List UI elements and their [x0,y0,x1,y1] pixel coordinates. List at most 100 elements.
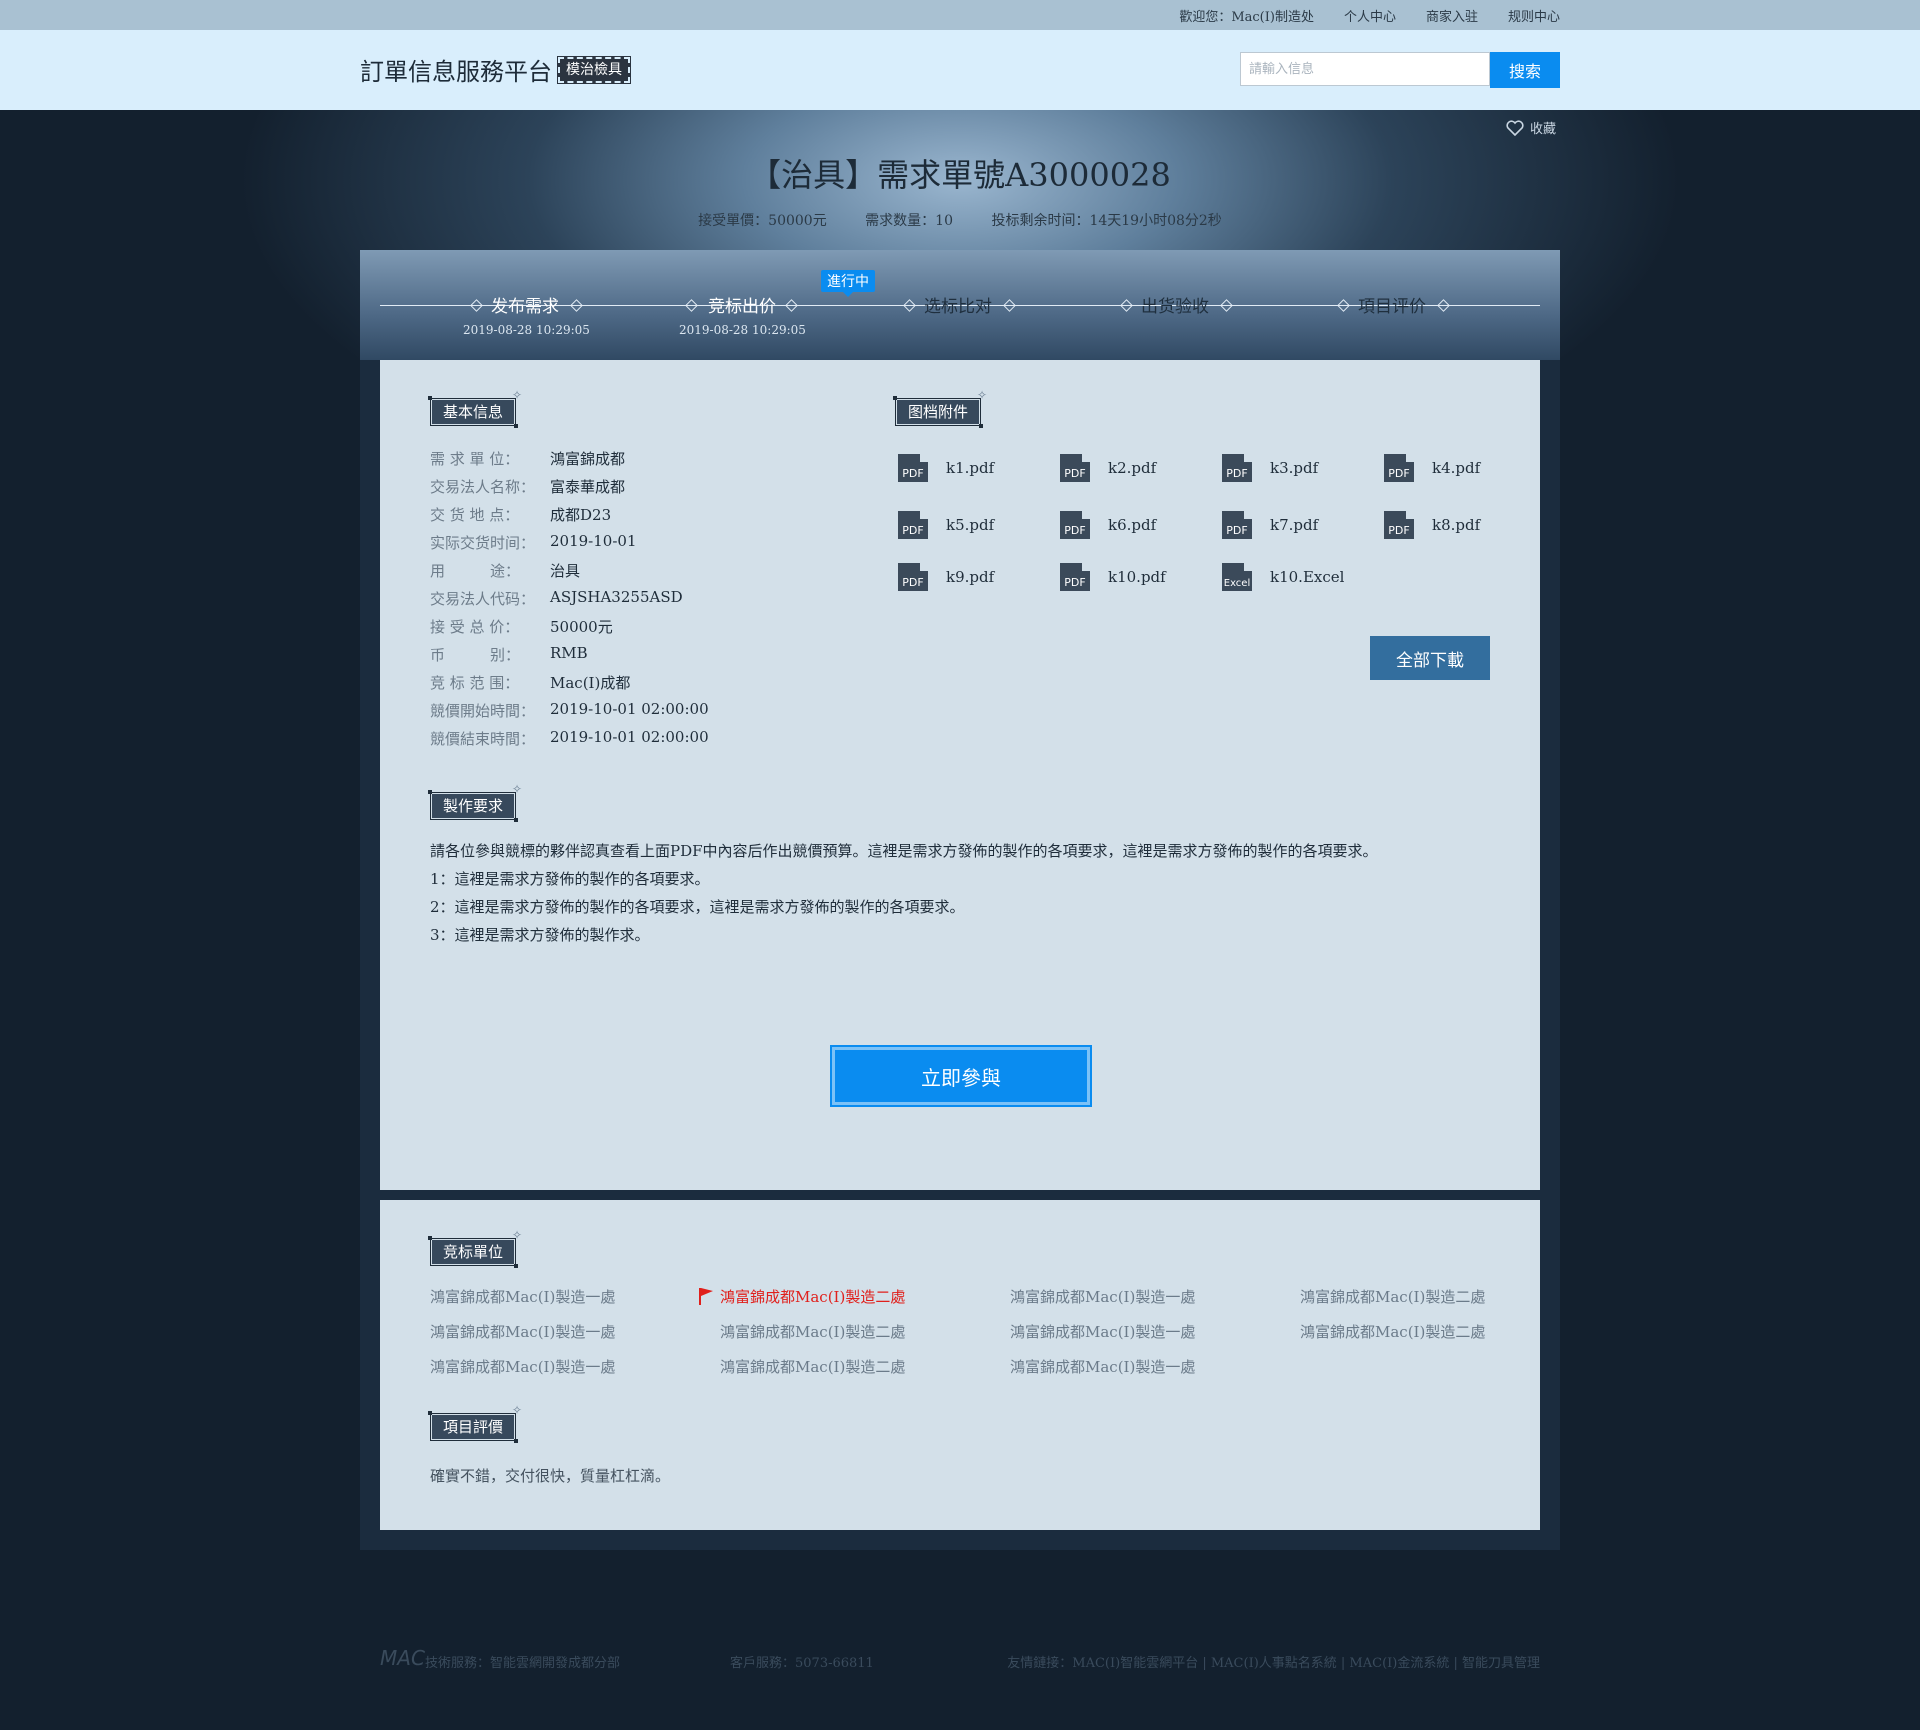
step-diamond [1220,299,1233,312]
requirement-line: 2：這裡是需求方發佈的製作的各項要求，這裡是需求方發佈的製作的各項要求。 [430,898,965,916]
pdf-file-icon: PDF [1384,511,1414,539]
bidder-item[interactable]: 鴻富錦成都Mac(I)製造一處 [1010,1356,1195,1377]
join-now-button[interactable]: 立即參與 [830,1045,1092,1107]
info-value: 2019-10-01 [550,532,637,550]
file-name: k9.pdf [946,568,995,586]
bidder-item[interactable]: 鴻富錦成都Mac(I)製造一處 [1010,1321,1195,1342]
bidder-item[interactable]: 鴻富錦成都Mac(I)製造二處 [720,1321,905,1342]
pdf-file-icon: PDF [898,563,928,591]
file-k2[interactable]: PDF k2.pdf [1060,454,1156,482]
attachments-title: 图档附件 [892,396,984,428]
brand[interactable]: 訂單信息服務平台 模治檢具 [360,52,631,87]
flag-icon [699,1288,713,1305]
info-row: 竞 标 范 围： Mac(I)成都 [430,672,630,693]
requirement-line: 請各位參與競標的夥伴認真查看上面PDF中內容后作出競價預算。這裡是需求方發佈的製… [430,842,1378,860]
top-bar: 歡迎您：Mac(I)制造处 个人中心 商家入驻 规则中心 [0,0,1920,30]
file-k10[interactable]: PDF k10.pdf [1060,563,1166,591]
excel-file-icon: Excel [1222,563,1252,591]
file-k8[interactable]: PDF k8.pdf [1384,511,1480,539]
pdf-file-icon: PDF [1222,454,1252,482]
in-progress-badge: 進行中 [821,270,875,297]
info-value: 2019-10-01 02:00:00 [550,728,709,746]
friend-links[interactable]: 友情鏈接：MAC(I)智能雲網平台 | MAC(I)人事點名系統 | MAC(I… [1007,1652,1540,1671]
info-label: 用 途： [430,562,521,580]
sparkle-icon: ✧ [512,1403,523,1417]
search-input[interactable] [1240,52,1490,86]
info-label: 接 受 总 价： [430,618,520,636]
file-k1[interactable]: PDF k1.pdf [898,454,994,482]
bidders-title: 竞标單位 [427,1236,519,1268]
sparkle-icon: ✧ [512,388,523,402]
bidder-item[interactable]: 鴻富錦成都Mac(I)製造一處 [430,1356,615,1377]
info-row: 競價結束時間： 2019-10-01 02:00:00 [430,728,709,749]
info-label: 交易法人代码： [430,590,536,608]
file-k7[interactable]: PDF k7.pdf [1222,511,1318,539]
quantity: 需求数量：10 [865,213,953,229]
merchant-join-link[interactable]: 商家入驻 [1426,6,1478,25]
info-row: 用 途： 治具 [430,560,580,581]
pdf-file-icon: PDF [1222,511,1252,539]
file-name: k10.Excel [1270,568,1345,586]
remaining-time: 投标剩余时间：14天19小时08分2秒 [991,213,1222,229]
bidder-item[interactable]: 鴻富錦成都Mac(I)製造二處 [720,1356,905,1377]
info-row: 接 受 总 价： 50000元 [430,616,613,637]
info-value: 鴻富錦成都 [550,450,626,468]
search-button[interactable]: 搜索 [1490,52,1560,88]
requirement-line: 1：這裡是需求方發佈的製作的各項要求。 [430,870,710,888]
rules-center-link[interactable]: 规则中心 [1508,6,1560,25]
step-diamond [1337,299,1350,312]
step-publish-date: 2019-08-28 10:29:05 [463,323,590,337]
step-diamond [685,299,698,312]
favorite-label: 收藏 [1530,122,1557,137]
evaluation-title: 項目評價 [427,1411,519,1443]
file-name: k10.pdf [1108,568,1166,586]
personal-center-link[interactable]: 个人中心 [1344,6,1396,25]
info-label: 竞 标 范 围： [430,674,520,692]
info-row: 币 别： RMB [430,644,588,665]
step-diamond [570,299,583,312]
file-k3[interactable]: PDF k3.pdf [1222,454,1318,482]
file-k6[interactable]: PDF k6.pdf [1060,511,1156,539]
basic-info-title: 基本信息 [427,396,519,428]
brand-badge: 模治檢具 [557,55,631,84]
customer-service: 客戶服務：5073-66811 [730,1656,874,1671]
file-k4[interactable]: PDF k4.pdf [1384,454,1480,482]
step-diamond [1437,299,1450,312]
info-row: 交易法人名称： 富泰華成都 [430,476,625,497]
evaluation-text: 確實不錯，交付很快，質量杠杠滴。 [430,1467,671,1485]
pdf-file-icon: PDF [1384,454,1414,482]
info-label: 需 求 單 位： [430,450,520,468]
favorite-button[interactable]: 收藏 [1506,118,1556,137]
info-row: 交易法人代码： ASJSHA3255ASD [430,588,683,609]
search-box: 搜索 [1240,52,1560,88]
bidder-item[interactable]: 鴻富錦成都Mac(I)製造一處 [430,1321,615,1342]
info-label: 交易法人名称： [430,478,536,496]
requirements-title: 製作要求 [427,790,519,822]
bidders-card: 竞标單位 ✧ 鴻富錦成都Mac(I)製造一處 鴻富錦成都Mac(I)製造二處 鴻… [380,1200,1540,1530]
info-row: 需 求 單 位： 鴻富錦成都 [430,448,625,469]
file-name: k7.pdf [1270,516,1319,534]
info-value: 富泰華成都 [550,478,626,496]
welcome-text: 歡迎您：Mac(I)制造处 [1179,9,1314,25]
step-evaluate: 項目评价 [1358,297,1426,317]
step-diamond [1003,299,1016,312]
unit-price: 接受單價：50000元 [698,213,827,229]
file-k10-excel[interactable]: Excel k10.Excel [1222,563,1344,591]
bidder-item[interactable]: 鴻富錦成都Mac(I)製造二處 [1300,1286,1485,1307]
file-k5[interactable]: PDF k5.pdf [898,511,994,539]
step-diamond [470,299,483,312]
detail-card: 基本信息 ✧ 需 求 單 位： 鴻富錦成都 交易法人名称： 富泰華成都 交 货 地 … [380,360,1540,1190]
info-label: 競價開始時間： [430,702,536,720]
bidder-item-winner[interactable]: 鴻富錦成都Mac(I)製造二處 [699,1286,906,1307]
winner-name: 鴻富錦成都Mac(I)製造二處 [720,1288,906,1306]
bidder-item[interactable]: 鴻富錦成都Mac(I)製造一處 [1010,1286,1195,1307]
pdf-file-icon: PDF [1060,563,1090,591]
bidder-item[interactable]: 鴻富錦成都Mac(I)製造一處 [430,1286,615,1307]
info-label: 实际交货时间： [430,534,536,552]
file-k9[interactable]: PDF k9.pdf [898,563,994,591]
file-name: k2.pdf [1108,459,1157,477]
step-delivery: 出货验收 [1141,297,1209,317]
header: 訂單信息服務平台 模治檢具 搜索 [0,30,1920,110]
bidder-item[interactable]: 鴻富錦成都Mac(I)製造二處 [1300,1321,1485,1342]
download-all-button[interactable]: 全部下載 [1370,636,1490,680]
